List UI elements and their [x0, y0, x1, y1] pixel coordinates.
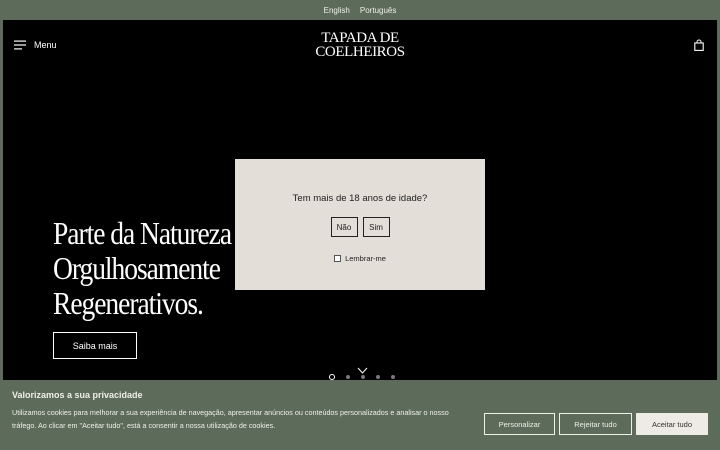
chevron-down-icon[interactable]	[357, 367, 368, 375]
age-yes-button[interactable]: Sim	[362, 217, 390, 237]
menu-label: Menu	[34, 40, 57, 50]
slider-dot-5[interactable]	[391, 375, 395, 379]
age-question: Tem mais de 18 anos de idade?	[292, 193, 428, 204]
hero-title: Parte da Natureza Orgulhosamente Regener…	[53, 215, 232, 321]
language-bar: English Português	[0, 0, 720, 20]
customize-button[interactable]: Personalizar	[484, 413, 555, 435]
language-portuguese-link[interactable]: Português	[360, 6, 396, 15]
age-no-button[interactable]: Não	[330, 217, 358, 237]
remember-me-row: Lembrar-me	[235, 254, 485, 263]
learn-more-button[interactable]: Saiba mais	[53, 332, 137, 359]
age-gate-modal: Tem mais de 18 anos de idade? Não Sim Le…	[235, 159, 485, 290]
remember-me-checkbox[interactable]	[334, 255, 342, 262]
slider-dot-3[interactable]	[361, 375, 365, 379]
hero-title-line-1: Parte da Natureza	[53, 215, 232, 251]
cookie-title: Valorizamos a sua privacidade	[12, 390, 143, 400]
language-english-link[interactable]: English	[324, 6, 350, 15]
reject-all-button[interactable]: Rejeitar tudo	[559, 413, 632, 435]
hero-title-line-2: Orgulhosamente	[53, 250, 221, 286]
site-logo[interactable]: TAPADA DE COELHEIROS	[315, 30, 405, 60]
cookie-banner: Valorizamos a sua privacidade Utilizamos…	[0, 380, 720, 450]
shopping-bag-icon[interactable]	[694, 39, 704, 51]
hero-title-line-3: Regenerativos.	[53, 285, 204, 321]
menu-button[interactable]: Menu	[14, 40, 57, 50]
age-buttons: Não Sim	[235, 217, 485, 237]
slider-dot-2[interactable]	[346, 375, 350, 379]
slider-dot-4[interactable]	[376, 375, 380, 379]
logo-line-1: TAPADA DE	[321, 30, 399, 46]
remember-me-label[interactable]: Lembrar-me	[345, 254, 386, 263]
cookie-text: Utilizamos cookies para melhorar a sua e…	[12, 408, 449, 430]
logo-line-2: COELHEIROS	[315, 44, 405, 60]
hamburger-icon	[14, 40, 26, 50]
accept-all-button[interactable]: Aceitar tudo	[636, 413, 708, 435]
